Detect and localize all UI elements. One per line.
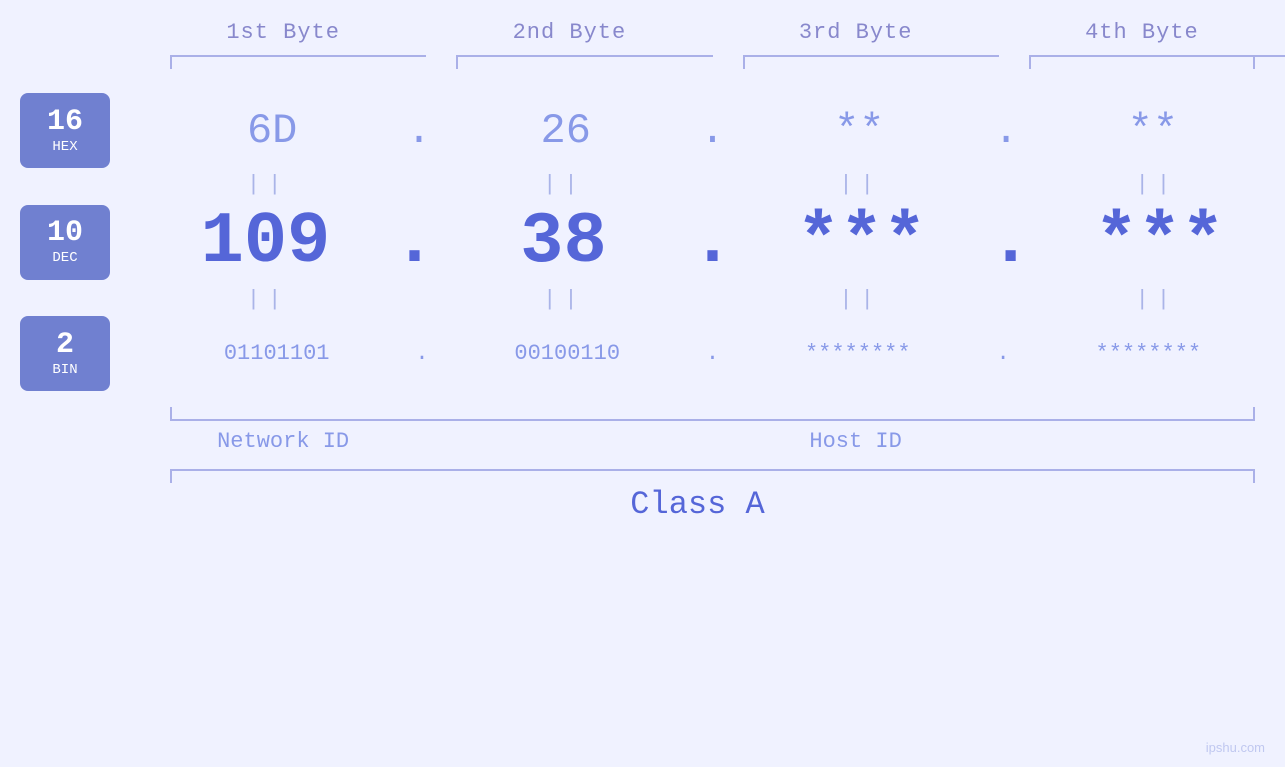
eq2-1: || [140, 287, 396, 312]
bin-bytes-row: 01101101 . 00100110 . ******** . *******… [140, 341, 1285, 366]
dec-dot-3: . [989, 201, 1032, 283]
bin-dot-2: . [706, 341, 719, 366]
dec-byte-4: *** [1034, 201, 1285, 283]
hex-value-2: 26 [541, 107, 591, 155]
hex-dot-2: . [700, 107, 725, 155]
dec-value-1: 109 [201, 201, 331, 283]
bracket-corner-left-3 [743, 55, 745, 69]
network-id-label: Network ID [140, 429, 426, 454]
eq2-3: || [733, 287, 989, 312]
dec-value-4: *** [1095, 201, 1225, 283]
byte-header-1: 1st Byte [140, 20, 426, 45]
top-bracket-4 [999, 55, 1285, 73]
bin-value-1: 01101101 [224, 341, 330, 366]
eq2-4: || [1029, 287, 1285, 312]
bracket-corner-left-1 [170, 55, 172, 69]
bracket-line-top-3 [743, 55, 999, 57]
eq-1: || [140, 172, 396, 197]
hex-byte-3: ** [727, 107, 991, 155]
bracket-corner-left-4 [1029, 55, 1031, 69]
bin-byte-4: ******** [1012, 341, 1285, 366]
hex-byte-2: 26 [434, 107, 698, 155]
bin-base-number: 2 [56, 330, 74, 360]
host-id-label: Host ID [426, 429, 1285, 454]
bracket-line-top-1 [170, 55, 426, 57]
byte-header-4: 4th Byte [999, 20, 1285, 45]
host-bracket-cell [426, 401, 1285, 421]
hex-value-4: ** [1128, 107, 1178, 155]
top-brackets [0, 55, 1285, 73]
hex-value-3: ** [834, 107, 884, 155]
hex-bytes-row: 6D . 26 . ** . ** [140, 107, 1285, 155]
bin-byte-2: 00100110 [431, 341, 704, 366]
bin-byte-1: 01101101 [140, 341, 413, 366]
dec-label-box: 10 DEC [20, 205, 110, 280]
hex-dot-1: . [406, 107, 431, 155]
host-bracket-line [426, 419, 1255, 421]
dec-base-number: 10 [47, 218, 83, 248]
hex-dot-3: . [993, 107, 1018, 155]
hex-label-box: 16 HEX [20, 93, 110, 168]
bracket-line-top-4 [1029, 55, 1285, 57]
dec-bytes-row: 109 . 38 . *** . *** [140, 201, 1285, 283]
id-labels: Network ID Host ID [140, 429, 1285, 454]
network-bracket-cell [140, 401, 426, 421]
equals-row-2: || || || || [0, 287, 1285, 312]
bin-byte-3: ******** [721, 341, 994, 366]
top-bracket-3 [713, 55, 999, 73]
hex-row: 16 HEX 6D . 26 . ** . ** [0, 93, 1285, 168]
hex-label-type: HEX [52, 139, 77, 155]
host-bracket-corner-r [1253, 407, 1255, 421]
class-label: Class A [140, 486, 1285, 523]
bracket-corner-left-2 [456, 55, 458, 69]
dec-dot-2: . [691, 201, 734, 283]
bracket-corner-right-4 [1253, 55, 1255, 69]
dec-value-3: *** [797, 201, 927, 283]
dec-label-type: DEC [52, 250, 77, 266]
bin-dot-1: . [415, 341, 428, 366]
bin-label-box: 2 BIN [20, 316, 110, 391]
full-bracket-line [170, 469, 1255, 471]
main-container: 1st Byte 2nd Byte 3rd Byte 4th Byte 16 H… [0, 0, 1285, 767]
bin-label-type: BIN [52, 362, 77, 378]
hex-byte-1: 6D [140, 107, 404, 155]
dec-dot-1: . [393, 201, 436, 283]
bin-row: 2 BIN 01101101 . 00100110 . ******** . *… [0, 316, 1285, 391]
hex-byte-4: ** [1021, 107, 1285, 155]
top-bracket-2 [426, 55, 712, 73]
eq-2: || [436, 172, 692, 197]
eq2-2: || [436, 287, 692, 312]
byte-header-2: 2nd Byte [426, 20, 712, 45]
dec-row: 10 DEC 109 . 38 . *** . *** [0, 201, 1285, 283]
eq-3: || [733, 172, 989, 197]
watermark: ipshu.com [1206, 740, 1265, 755]
equals-row-1: || || || || [0, 172, 1285, 197]
eq-4: || [1029, 172, 1285, 197]
hex-base-number: 16 [47, 107, 83, 137]
bottom-area: Network ID Host ID Class A [0, 401, 1285, 523]
dec-byte-3: *** [736, 201, 987, 283]
byte-header-3: 3rd Byte [713, 20, 999, 45]
network-bracket-line [170, 419, 426, 421]
hex-value-1: 6D [247, 107, 297, 155]
bin-value-2: 00100110 [514, 341, 620, 366]
full-bracket-left-corner [170, 469, 172, 483]
byte-headers: 1st Byte 2nd Byte 3rd Byte 4th Byte [0, 0, 1285, 45]
dec-byte-2: 38 [438, 201, 689, 283]
bracket-line-top-2 [456, 55, 712, 57]
bin-value-3: ******** [805, 341, 911, 366]
bin-dot-3: . [996, 341, 1009, 366]
network-bracket-corner-l [170, 407, 172, 421]
top-bracket-1 [140, 55, 426, 73]
dec-byte-1: 109 [140, 201, 391, 283]
dec-value-2: 38 [520, 201, 606, 283]
full-bottom-bracket [140, 469, 1255, 471]
bottom-brackets-row [140, 401, 1285, 421]
bin-value-4: ******** [1096, 341, 1202, 366]
full-bracket-right-corner [1253, 469, 1255, 483]
